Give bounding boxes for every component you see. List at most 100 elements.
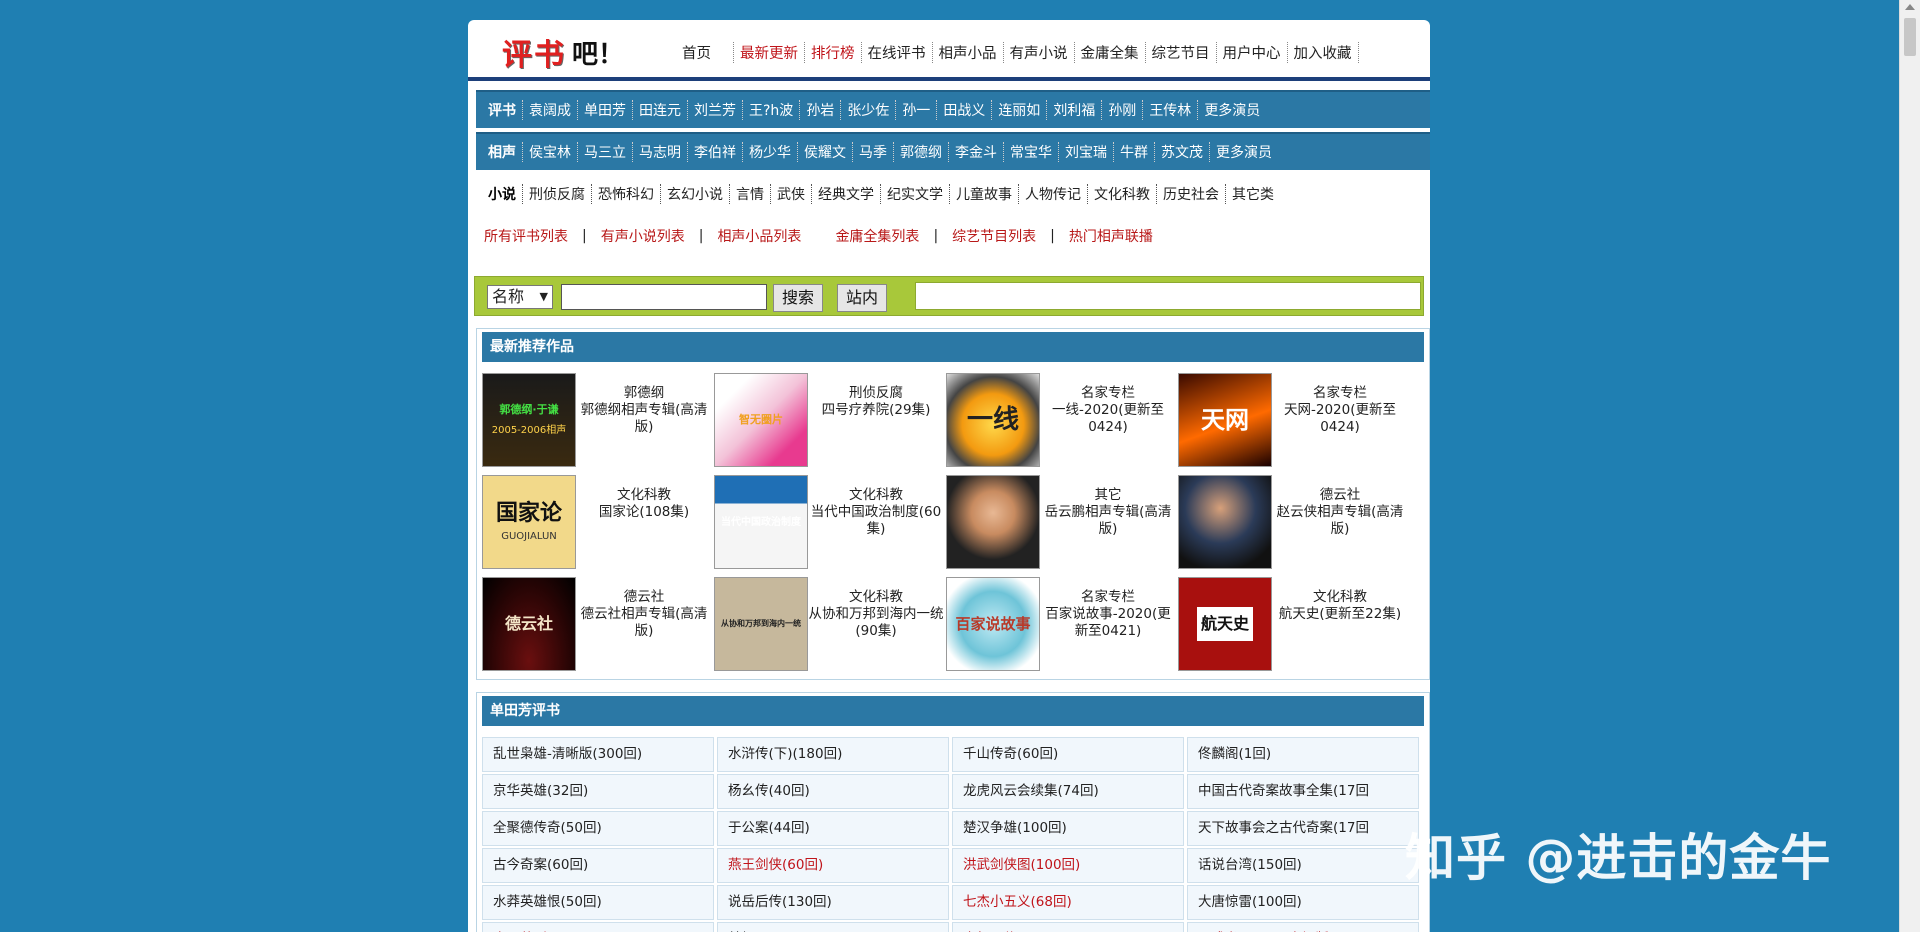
dantianfang-list-item[interactable]: 王成书(100回)电视版 [1187, 922, 1419, 932]
pingshu-item[interactable]: 袁阔成 [522, 100, 577, 120]
novel-item[interactable]: 言情 [729, 184, 770, 204]
recommend-name[interactable]: 航天史(更新至22集) [1272, 606, 1408, 623]
recommend-thumbnail[interactable] [946, 475, 1040, 569]
recommend-item[interactable]: 百家说故事 名家专栏 百家说故事-2020(更新至0421) [946, 577, 1178, 671]
novel-item[interactable]: 恐怖科幻 [591, 184, 660, 204]
recommend-item[interactable]: 从协和万邦到海内一统 文化科教 从协和万邦到海内一统(90集) [714, 577, 946, 671]
recommend-thumbnail[interactable]: 天网 [1178, 373, 1272, 467]
novel-item[interactable]: 人物传记 [1018, 184, 1087, 204]
xiangsheng-item[interactable]: 侯宝林 [522, 142, 577, 162]
recommend-thumbnail[interactable]: 当代中国政治制度 [714, 475, 808, 569]
xiangsheng-item[interactable]: 李伯祥 [687, 142, 742, 162]
xiangsheng-item[interactable]: 常宝华 [1003, 142, 1058, 162]
dantianfang-list-item[interactable]: 水莽英雄恨(50回) [482, 885, 714, 920]
novel-item[interactable]: 武侠 [770, 184, 811, 204]
xiangsheng-item[interactable]: 刘宝瑞 [1058, 142, 1113, 162]
list-link[interactable]: 所有评书列表 [476, 226, 576, 246]
dantianfang-list-item[interactable]: 千山传奇(60回) [952, 737, 1184, 772]
dantianfang-list-item[interactable]: 佟麟阁(1回) [1187, 737, 1419, 772]
topnav-item[interactable]: 综艺节目 [1146, 42, 1217, 63]
recommend-item[interactable]: 国家论 GUOJIALUN 文化科教 国家论(108集) [482, 475, 714, 569]
recommend-item[interactable]: 德云社 赵云侠相声专辑(高清版) [1178, 475, 1410, 569]
site-search-button[interactable]: 站内 [837, 284, 888, 312]
dantianfang-list-item[interactable]: 楚汉争雄(100回) [952, 811, 1184, 846]
topnav-item[interactable]: 加入收藏 [1288, 42, 1359, 63]
xiangsheng-item[interactable]: 李金斗 [948, 142, 1003, 162]
novel-item[interactable]: 玄幻小说 [660, 184, 729, 204]
dantianfang-list-item[interactable]: 大唐惊雷(100回) [1187, 885, 1419, 920]
recommend-name[interactable]: 郭德纲相声专辑(高清版) [576, 402, 712, 436]
recommend-name[interactable]: 国家论(108集) [576, 504, 712, 521]
search-button[interactable]: 搜索 [773, 284, 824, 312]
topnav-item[interactable]: 在线评书 [862, 42, 933, 63]
recommend-name[interactable]: 百家说故事-2020(更新至0421) [1040, 606, 1176, 640]
pingshu-item[interactable]: 田战义 [936, 100, 991, 120]
secondary-input[interactable] [915, 282, 1421, 310]
xiangsheng-item[interactable]: 侯耀文 [797, 142, 852, 162]
recommend-name[interactable]: 当代中国政治制度(60集) [808, 504, 944, 538]
novel-item[interactable]: 刑侦反腐 [522, 184, 591, 204]
recommend-item[interactable]: 智无圈片 刑侦反腐 四号疗养院(29集) [714, 373, 946, 467]
recommend-name[interactable]: 赵云侠相声专辑(高清版) [1272, 504, 1408, 538]
pingshu-item[interactable]: 单田芳 [577, 100, 632, 120]
xiangsheng-item[interactable]: 马季 [852, 142, 893, 162]
dantianfang-list-item[interactable]: 大明英烈(100回) [482, 922, 714, 932]
recommend-thumbnail[interactable]: 航天史 [1178, 577, 1272, 671]
dantianfang-list-item[interactable]: 话说台湾(150回) [1187, 848, 1419, 883]
xiangsheng-item[interactable]: 郭德纲 [893, 142, 948, 162]
topnav-item[interactable]: 用户中心 [1217, 42, 1288, 63]
search-type-select[interactable]: 名称 ▼ [487, 285, 553, 309]
xiangsheng-item[interactable]: 马三立 [577, 142, 632, 162]
pingshu-item[interactable]: 更多演员 [1197, 100, 1266, 120]
novel-item[interactable]: 纪实文学 [880, 184, 949, 204]
dantianfang-list-item[interactable]: 京华英雄(32回) [482, 774, 714, 809]
pingshu-item[interactable]: 孙刚 [1101, 100, 1142, 120]
scroll-up-arrow-icon[interactable] [1905, 4, 1915, 10]
dantianfang-list-item[interactable]: 杨幺传(40回) [717, 774, 949, 809]
novel-item[interactable]: 其它类 [1225, 184, 1280, 204]
dantianfang-list-item[interactable]: 乱世枭雄-清晰版(300回) [482, 737, 714, 772]
site-logo[interactable]: 评书 吧！ [502, 30, 624, 74]
recommend-item[interactable]: 天网 名家专栏 天网-2020(更新至0424) [1178, 373, 1410, 467]
xiangsheng-item[interactable]: 牛群 [1113, 142, 1154, 162]
recommend-thumbnail[interactable]: 德云社 [482, 577, 576, 671]
dantianfang-list-item[interactable]: 禁烟风云(50回) [717, 922, 949, 932]
scrollbar-thumb[interactable] [1904, 18, 1916, 56]
pingshu-item[interactable]: 孙一 [895, 100, 936, 120]
recommend-thumbnail[interactable]: 从协和万邦到海内一统 [714, 577, 808, 671]
topnav-item[interactable]: 排行榜 [805, 42, 862, 63]
xiangsheng-item[interactable]: 马志明 [632, 142, 687, 162]
recommend-thumbnail[interactable]: 百家说故事 [946, 577, 1040, 671]
pingshu-item[interactable]: 刘利福 [1046, 100, 1101, 120]
pingshu-item[interactable]: 连丽如 [991, 100, 1046, 120]
recommend-item[interactable]: 德云社 德云社 德云社相声专辑(高清版) [482, 577, 714, 671]
dantianfang-list-item[interactable]: 说岳后传(130回) [717, 885, 949, 920]
xiangsheng-item[interactable]: 苏文茂 [1154, 142, 1209, 162]
dantianfang-list-item[interactable]: 洪武剑侠图(100回) [952, 848, 1184, 883]
xiangsheng-item[interactable]: 更多演员 [1209, 142, 1278, 162]
search-input[interactable] [561, 284, 767, 310]
recommend-item[interactable]: 郭德纲·于谦 2005-2006相声 郭德纲 郭德纲相声专辑(高清版) [482, 373, 714, 467]
recommend-name[interactable]: 天网-2020(更新至0424) [1272, 402, 1408, 436]
recommend-item[interactable]: 当代中国政治制度 文化科教 当代中国政治制度(60集) [714, 475, 946, 569]
recommend-thumbnail[interactable]: 国家论 GUOJIALUN [482, 475, 576, 569]
dantianfang-list-item[interactable]: 燕王剑侠(60回) [717, 848, 949, 883]
dantianfang-list-item[interactable]: 于公案(44回) [717, 811, 949, 846]
recommend-name[interactable]: 四号疗养院(29集) [808, 402, 944, 419]
xiangsheng-item[interactable]: 杨少华 [742, 142, 797, 162]
dantianfang-list-item[interactable]: 古今奇案(60回) [482, 848, 714, 883]
topnav-item[interactable]: 有声小说 [1004, 42, 1075, 63]
recommend-item[interactable]: 航天史 文化科教 航天史(更新至22集) [1178, 577, 1410, 671]
pingshu-item[interactable]: 孙岩 [799, 100, 840, 120]
pingshu-item[interactable]: 王传林 [1142, 100, 1197, 120]
dantianfang-list-item[interactable]: 龙虎风云会续集(74回) [952, 774, 1184, 809]
dantianfang-list-item[interactable]: 中国古代奇案故事全集(17回 [1187, 774, 1419, 809]
topnav-item[interactable]: 最新更新 [734, 42, 805, 63]
recommend-item[interactable]: 一线 名家专栏 一线-2020(更新至0424) [946, 373, 1178, 467]
novel-item[interactable]: 经典文学 [811, 184, 880, 204]
list-link[interactable]: 热门相声联播 [1061, 226, 1161, 246]
recommend-name[interactable]: 从协和万邦到海内一统(90集) [808, 606, 944, 640]
list-link[interactable]: 综艺节目列表 [944, 226, 1044, 246]
pingshu-item[interactable]: 田连元 [632, 100, 687, 120]
recommend-item[interactable]: 其它 岳云鹏相声专辑(高清版) [946, 475, 1178, 569]
